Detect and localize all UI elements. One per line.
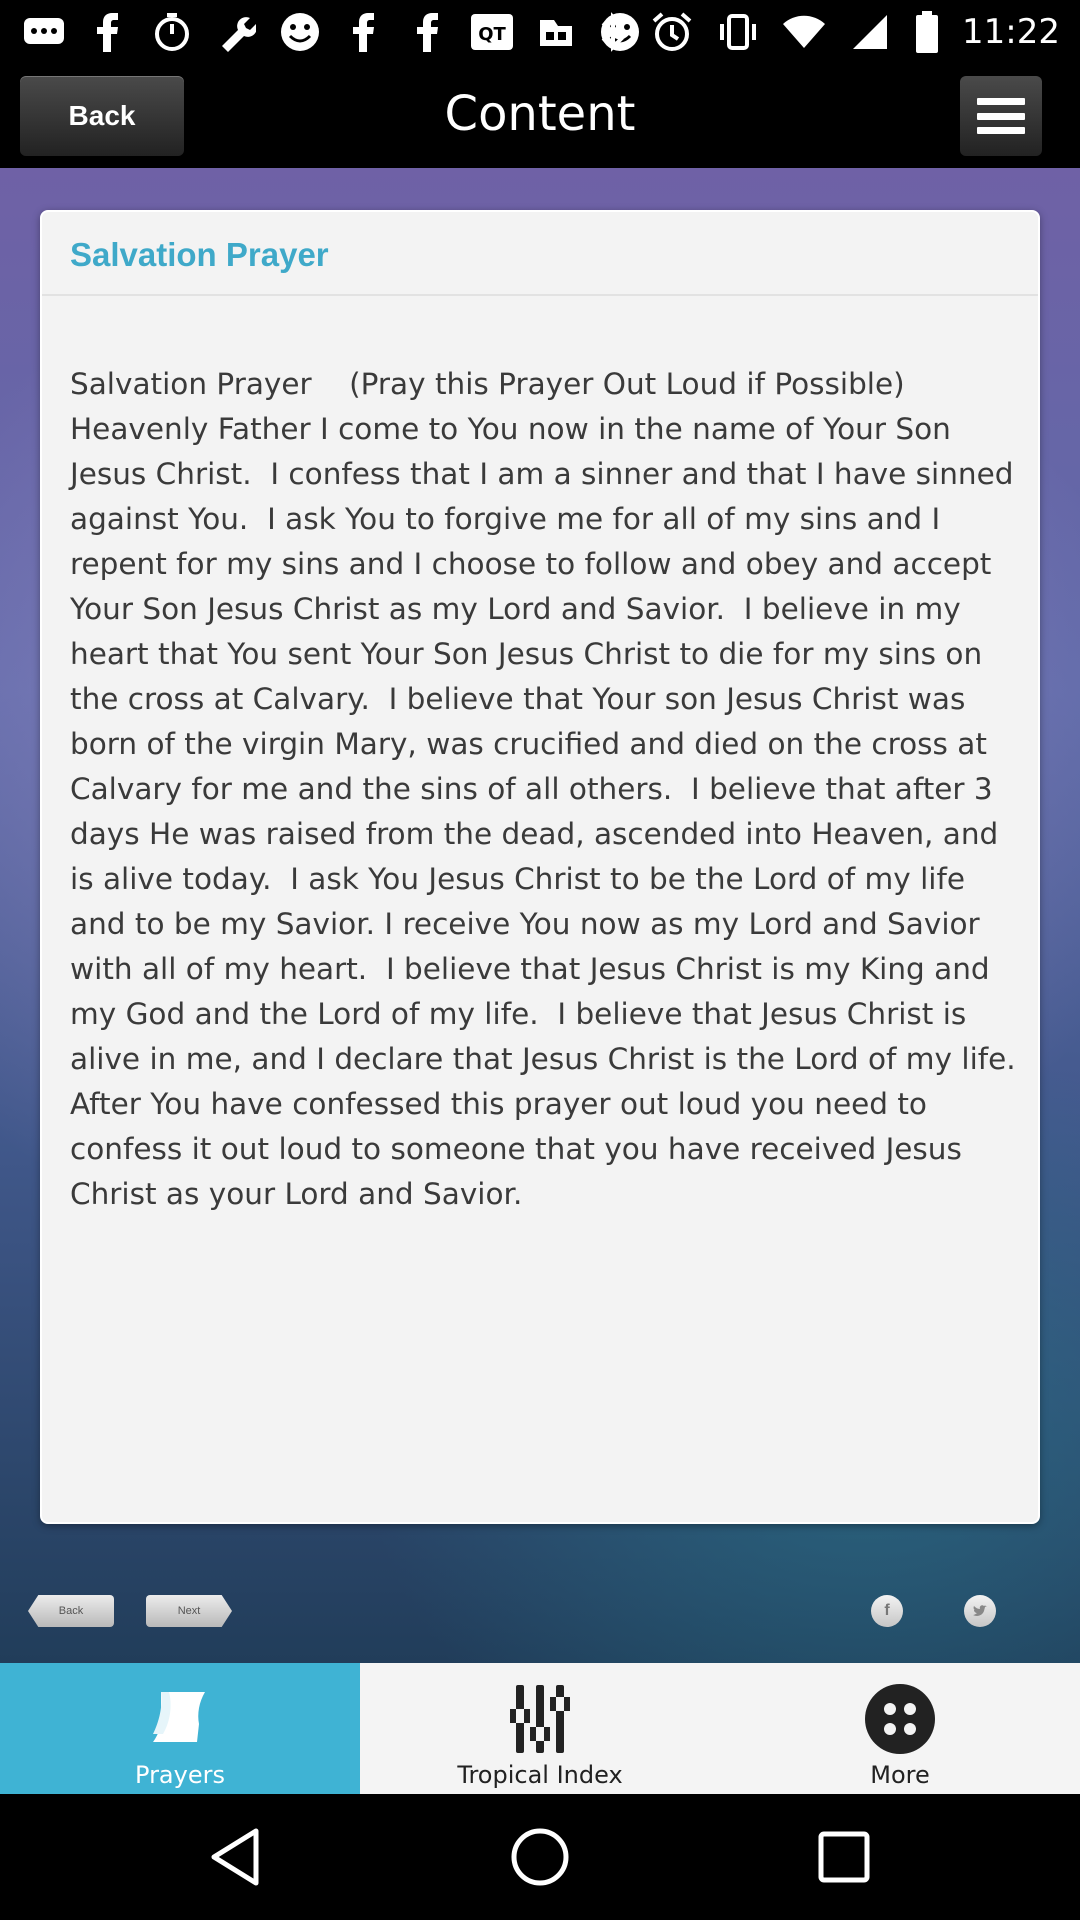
tab-tropical-index[interactable]: Tropical Index: [360, 1663, 720, 1794]
system-home-button[interactable]: [507, 1824, 573, 1890]
tab-more[interactable]: More: [720, 1663, 1080, 1794]
page-title: Content: [444, 86, 636, 142]
qt-app-icon: QT: [470, 10, 514, 54]
system-back-button[interactable]: [202, 1824, 268, 1890]
twitter-share-button[interactable]: [964, 1595, 996, 1627]
bluetooth-icon: [598, 10, 628, 54]
tab-prayers-label: Prayers: [135, 1761, 225, 1789]
bottom-tab-bar: Prayers Tropical Index More: [0, 1663, 1080, 1794]
prayer-book-icon: [140, 1679, 220, 1759]
next-page-button[interactable]: Next: [146, 1595, 232, 1627]
article-title: Salvation Prayer: [70, 236, 329, 273]
system-status-icons: 11:22: [598, 8, 1060, 56]
facebook-icon: [406, 10, 450, 54]
wrench-icon: [214, 10, 258, 54]
back-triangle-icon: [211, 1828, 259, 1886]
vibrate-icon: [716, 10, 760, 54]
system-navigation-bar: [0, 1794, 1080, 1920]
next-page-label: Next: [177, 1605, 201, 1617]
facebook-icon: [342, 10, 386, 54]
app-icon: [534, 10, 578, 54]
tab-prayers[interactable]: Prayers: [0, 1663, 360, 1794]
status-bar: QT 11:22: [0, 0, 1080, 64]
smiley-icon: [278, 10, 322, 54]
more-dots-icon: [860, 1679, 940, 1759]
facebook-icon: f: [884, 1602, 890, 1619]
previous-page-button[interactable]: Back: [28, 1595, 114, 1627]
facebook-share-button[interactable]: f: [871, 1595, 903, 1627]
sliders-icon: [500, 1679, 580, 1759]
twitter-icon: [973, 1605, 987, 1616]
timer-icon: [150, 10, 194, 54]
home-circle-icon: [511, 1828, 569, 1886]
notification-icons: QT: [22, 8, 642, 56]
divider: [42, 294, 1038, 296]
tab-tropical-index-label: Tropical Index: [457, 1761, 623, 1789]
previous-page-label: Back: [58, 1605, 84, 1617]
status-time: 11:22: [962, 12, 1060, 52]
battery-icon: [914, 10, 940, 54]
recents-square-icon: [818, 1831, 870, 1883]
article-card: Salvation Prayer Salvation Prayer (Pray …: [40, 210, 1040, 1524]
alarm-icon: [650, 10, 694, 54]
messaging-icon: [22, 10, 66, 54]
tab-more-label: More: [870, 1761, 930, 1789]
signal-icon: [848, 10, 892, 54]
article-body: Salvation Prayer (Pray this Prayer Out L…: [70, 367, 1026, 1211]
facebook-icon: [86, 10, 130, 54]
app-header: Back Content: [0, 64, 1080, 168]
system-recents-button[interactable]: [811, 1824, 877, 1890]
svg-text:QT: QT: [478, 24, 506, 45]
wifi-icon: [782, 10, 826, 54]
menu-icon: [977, 98, 1025, 134]
main-content: Salvation Prayer Salvation Prayer (Pray …: [0, 168, 1080, 1663]
menu-button[interactable]: [960, 76, 1042, 156]
